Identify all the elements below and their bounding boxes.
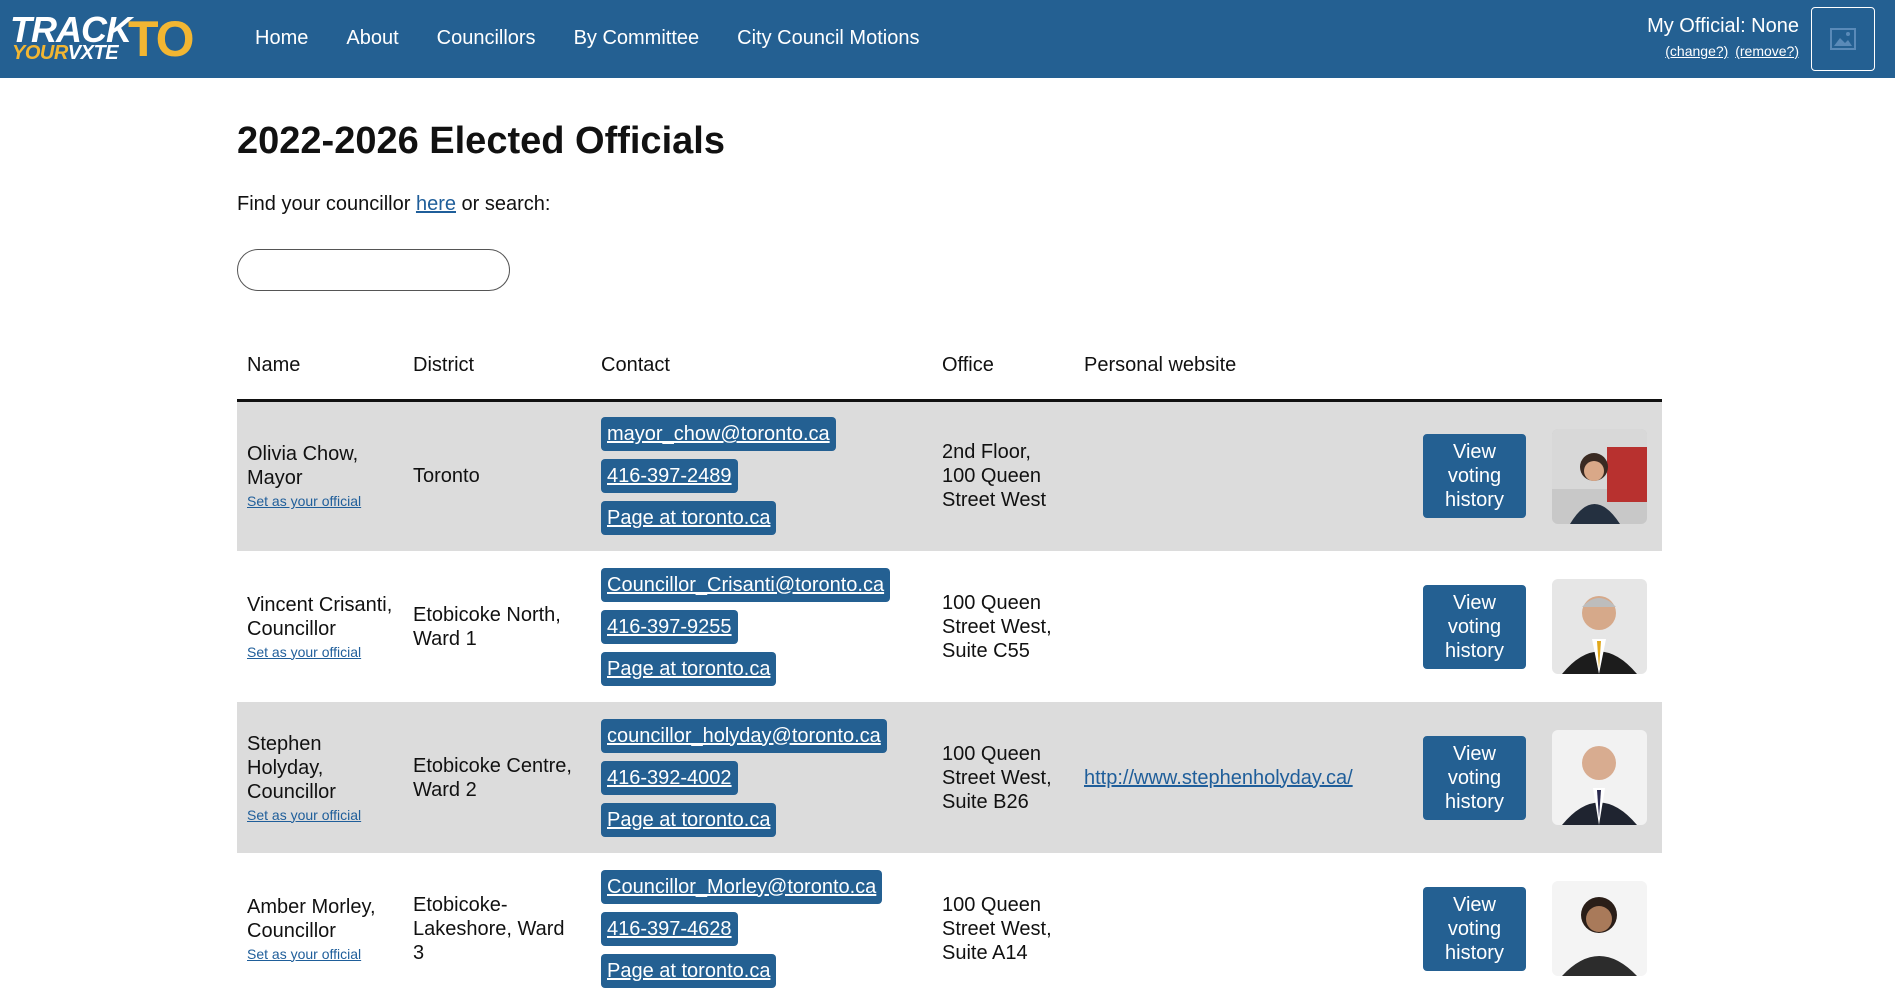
contact-cell: Councillor_Crisanti@toronto.ca 416-397-9… [591, 551, 932, 702]
official-name: Stephen Holyday, [247, 732, 324, 779]
phone-link[interactable]: 416-397-9255 [601, 609, 738, 644]
voting-cell: View voting history [1413, 853, 1542, 1004]
my-official-panel: My Official: None (change?) (remove?) [1647, 14, 1799, 59]
district-cell: Etobicoke Centre, Ward 2 [413, 754, 572, 801]
official-name: Olivia Chow, [247, 443, 359, 466]
image-placeholder-icon [1830, 28, 1856, 50]
website-cell [1074, 400, 1413, 551]
main-nav: Home About Councillors By Committee City… [255, 26, 957, 50]
table-row: Stephen Holyday, Councillor Set as your … [237, 702, 1662, 853]
logo-to: TO [128, 11, 195, 67]
official-role: Councillor [247, 780, 336, 803]
col-district: District [403, 332, 591, 402]
photo-cell [1542, 400, 1662, 551]
nav-city-council-motions[interactable]: City Council Motions [737, 26, 919, 50]
set-official-link[interactable]: Set as your official [247, 945, 393, 963]
remove-official-link[interactable]: (remove?) [1735, 43, 1799, 59]
contact-cell: Councillor_Morley@toronto.ca 416-397-462… [591, 853, 932, 1004]
email-link[interactable]: Councillor_Morley@toronto.ca [601, 869, 883, 904]
name-cell: Stephen Holyday, Councillor Set as your … [237, 702, 403, 853]
district-cell: Etobicoke North, Ward 1 [413, 603, 561, 650]
col-photo [1542, 332, 1662, 402]
contact-cell: mayor_chow@toronto.ca 416-397-2489 Page … [591, 400, 932, 551]
personal-website-link[interactable]: http://www.stephenholyday.ca/ [1084, 767, 1353, 789]
table-row: Olivia Chow, Mayor Set as your official … [237, 400, 1662, 551]
official-photo [1552, 428, 1647, 524]
email-link[interactable]: Councillor_Crisanti@toronto.ca [601, 567, 891, 602]
col-office: Office [932, 332, 1074, 402]
col-name: Name [237, 332, 403, 402]
office-cell: 100 Queen Street West, Suite A14 [942, 893, 1052, 964]
nav-home[interactable]: Home [255, 26, 308, 50]
name-cell: Olivia Chow, Mayor Set as your official [237, 400, 403, 551]
page-title: 2022-2026 Elected Officials [237, 120, 725, 162]
site-header: TRACK YOURVXTE TO Home About Councillors… [0, 0, 1895, 78]
contact-cell: councillor_holyday@toronto.ca 416-392-40… [591, 702, 932, 853]
table-row: Amber Morley, Councillor Set as your off… [237, 853, 1662, 1004]
logo-your-vote: YOURVXTE [12, 42, 119, 64]
name-cell: Amber Morley, Councillor Set as your off… [237, 853, 403, 1004]
col-voting [1413, 332, 1542, 402]
officials-table: Name District Contact Office Personal we… [237, 332, 1662, 1004]
office-cell: 100 Queen Street West, Suite B26 [942, 742, 1052, 813]
set-official-link[interactable]: Set as your official [247, 492, 393, 510]
view-voting-history-button[interactable]: View voting history [1423, 735, 1526, 820]
voting-cell: View voting history [1413, 551, 1542, 702]
district-cell: Etobicoke-Lakeshore, Ward 3 [413, 893, 565, 964]
photo-cell [1542, 853, 1662, 1004]
set-official-link[interactable]: Set as your official [247, 806, 393, 824]
nav-councillors[interactable]: Councillors [437, 26, 536, 50]
view-voting-history-button[interactable]: View voting history [1423, 434, 1526, 519]
table-header-row: Name District Contact Office Personal we… [237, 332, 1662, 402]
official-avatar[interactable] [1811, 7, 1875, 71]
toronto-page-link[interactable]: Page at toronto.ca [601, 802, 777, 837]
district-cell: Toronto [413, 465, 480, 488]
view-voting-history-button[interactable]: View voting history [1423, 584, 1526, 669]
phone-link[interactable]: 416-397-2489 [601, 459, 738, 494]
official-role: Councillor [247, 617, 336, 640]
table-row: Vincent Crisanti, Councillor Set as your… [237, 551, 1662, 702]
official-role: Mayor [247, 467, 303, 490]
find-councillor-text: Find your councillor here or search: [237, 193, 551, 215]
office-cell: 100 Queen Street West, Suite C55 [942, 591, 1052, 662]
voting-cell: View voting history [1413, 400, 1542, 551]
official-name: Vincent Crisanti, [247, 593, 393, 616]
voting-cell: View voting history [1413, 702, 1542, 853]
toronto-page-link[interactable]: Page at toronto.ca [601, 501, 777, 536]
photo-cell [1542, 702, 1662, 853]
official-name: Amber Morley, [247, 895, 376, 918]
my-official-label: My Official: None [1647, 15, 1799, 37]
official-photo [1552, 579, 1647, 674]
site-logo[interactable]: TRACK YOURVXTE TO [10, 12, 195, 66]
website-cell [1074, 853, 1413, 1004]
col-contact: Contact [591, 332, 932, 402]
view-voting-history-button[interactable]: View voting history [1423, 886, 1526, 971]
change-official-link[interactable]: (change?) [1665, 43, 1728, 59]
official-photo [1552, 730, 1647, 825]
phone-link[interactable]: 416-397-4628 [601, 911, 738, 946]
email-link[interactable]: councillor_holyday@toronto.ca [601, 718, 887, 753]
phone-link[interactable]: 416-392-4002 [601, 760, 738, 795]
col-personal-website: Personal website [1074, 332, 1413, 402]
main-content: 2022-2026 Elected Officials Find your co… [237, 118, 1662, 988]
find-councillor-link[interactable]: here [416, 193, 456, 215]
official-photo [1552, 881, 1647, 976]
office-cell: 2nd Floor, 100 Queen Street West [942, 441, 1047, 512]
website-cell: http://www.stephenholyday.ca/ [1074, 702, 1413, 853]
toronto-page-link[interactable]: Page at toronto.ca [601, 953, 777, 988]
website-cell [1074, 551, 1413, 702]
nav-by-committee[interactable]: By Committee [574, 26, 700, 50]
set-official-link[interactable]: Set as your official [247, 643, 393, 661]
search-input[interactable] [237, 249, 510, 291]
name-cell: Vincent Crisanti, Councillor Set as your… [237, 551, 403, 702]
nav-about[interactable]: About [346, 26, 398, 50]
email-link[interactable]: mayor_chow@toronto.ca [601, 417, 836, 452]
official-role: Councillor [247, 919, 336, 942]
photo-cell [1542, 551, 1662, 702]
toronto-page-link[interactable]: Page at toronto.ca [601, 651, 777, 686]
